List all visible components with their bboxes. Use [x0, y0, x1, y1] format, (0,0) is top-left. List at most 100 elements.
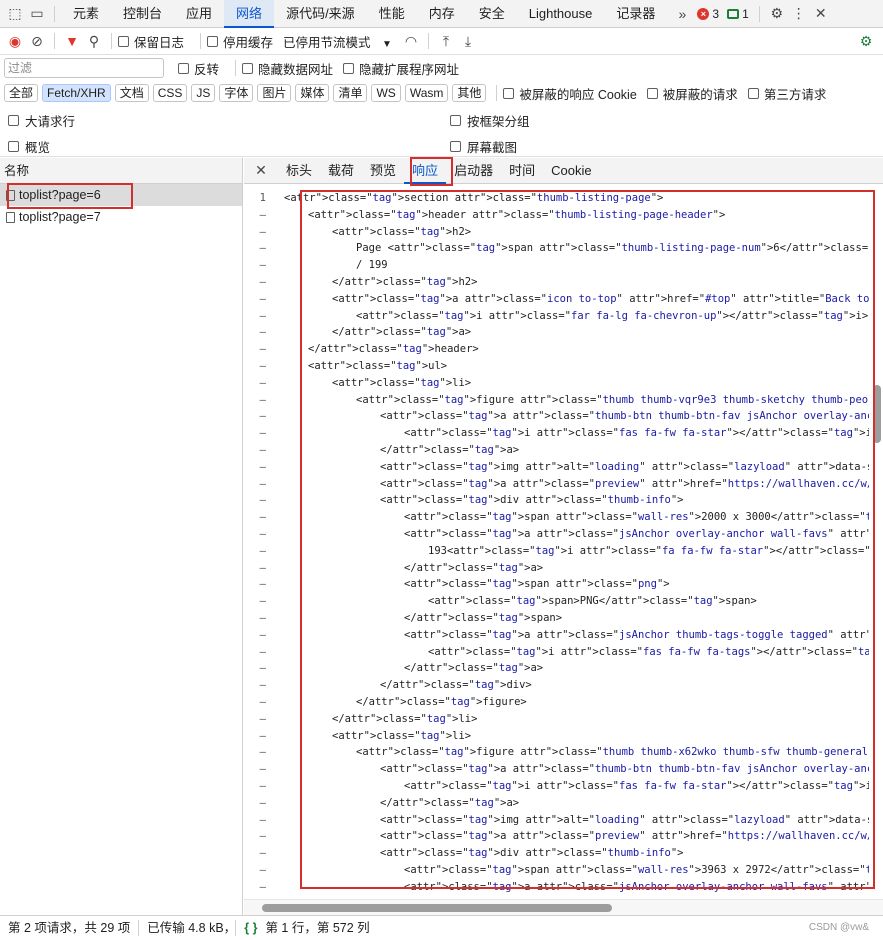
checkbox-box	[646, 87, 658, 99]
code-line: – </attr">class="tag">a>	[244, 795, 869, 812]
tab-6[interactable]: 内存	[417, 0, 467, 28]
type-chip-11[interactable]: 其他	[452, 84, 487, 102]
code-line: – <attr">class="tag">img attr">alt="loadi…	[244, 812, 869, 829]
big-request-rows-checkbox[interactable]: 大请求行	[8, 111, 75, 130]
divider	[111, 33, 112, 49]
close-icon[interactable]: ✕	[810, 3, 832, 25]
error-badge[interactable]: × 3	[697, 7, 719, 21]
type-chip-0[interactable]: 全部	[4, 84, 39, 102]
hide-data-urls-label: 隐藏数据网址	[258, 62, 334, 77]
settings-icon[interactable]: ⚙	[766, 3, 788, 25]
inspect-element-icon[interactable]: ⬚	[4, 3, 26, 25]
line-number: –	[259, 208, 266, 221]
line-number: –	[259, 544, 266, 557]
type-chip-2[interactable]: 文档	[114, 84, 149, 102]
checkbox-box	[242, 62, 254, 74]
overview-checkbox[interactable]: 概览	[8, 137, 50, 156]
detail-tab-3[interactable]: 响应	[404, 158, 447, 184]
blocked-cookies-checkbox[interactable]: 被屏蔽的响应 Cookie	[503, 84, 637, 103]
throttle-select[interactable]: 已停用节流模式 ▼	[283, 32, 392, 51]
type-chip-1[interactable]: Fetch/XHR	[42, 84, 111, 102]
invert-checkbox[interactable]: 反转	[178, 59, 219, 78]
divider	[54, 5, 55, 22]
code-line: – <attr">class="tag">i attr">class="fas f…	[244, 425, 869, 442]
message-badge[interactable]: 1	[727, 7, 749, 21]
transferred-size: 已传输 4.8 kB，共	[147, 920, 236, 935]
pretty-print-icon[interactable]: { }	[236, 916, 265, 940]
tab-4[interactable]: 源代码/来源	[274, 0, 367, 28]
network-settings-icon[interactable]: ⚙	[855, 30, 877, 52]
tab-9[interactable]: 记录器	[604, 0, 667, 28]
search-icon[interactable]: ⚲	[83, 30, 105, 52]
device-toolbar-icon[interactable]: ▭	[26, 3, 48, 25]
type-chip-9[interactable]: WS	[371, 84, 401, 102]
request-row[interactable]: toplist?page=7	[0, 206, 242, 228]
code-line: – <attr">class="tag">i attr">class="far f…	[244, 308, 869, 325]
detail-tab-0[interactable]: 标头	[278, 158, 320, 184]
message-count: 1	[742, 6, 749, 21]
type-chip-3[interactable]: CSS	[152, 84, 188, 102]
tab-0[interactable]: 元素	[61, 0, 111, 28]
network-conditions-icon[interactable]: ◠	[400, 30, 422, 52]
tab-5[interactable]: 性能	[367, 0, 417, 28]
request-row[interactable]: toplist?page=6	[0, 184, 242, 206]
type-chip-6[interactable]: 图片	[257, 84, 292, 102]
line-number: –	[259, 376, 266, 389]
type-chip-7[interactable]: 媒体	[295, 84, 330, 102]
line-number: –	[259, 880, 266, 893]
type-chip-8[interactable]: 清单	[333, 84, 368, 102]
vertical-scrollbar[interactable]	[873, 385, 881, 443]
code-text: <attr">class="tag">img attr">alt="loadin…	[380, 813, 869, 826]
response-source-view[interactable]: 1 <attr">class="tag">section attr">class=…	[244, 185, 883, 899]
code-text: <attr">class="tag">a attr">class="previe…	[380, 477, 869, 490]
import-har-icon[interactable]: ⤒	[435, 30, 457, 52]
tab-1[interactable]: 控制台	[111, 0, 174, 28]
clear-icon[interactable]: ⊘	[26, 30, 48, 52]
horizontal-scrollbar[interactable]	[244, 899, 883, 915]
code-text: </attr">class="tag">div>	[380, 679, 532, 692]
code-text: 193<attr">class="tag">i attr">class="fa …	[428, 544, 869, 557]
blocked-requests-checkbox[interactable]: 被屏蔽的请求	[646, 84, 738, 103]
detail-tab-1[interactable]: 载荷	[320, 158, 362, 184]
code-line: – <attr">class="tag">header attr">class="…	[244, 207, 869, 224]
detail-tab-4[interactable]: 启动器	[446, 158, 501, 184]
code-text: <attr">class="tag">div attr">class="thum…	[380, 494, 684, 507]
line-number: –	[259, 830, 266, 843]
code-line: – <attr">class="tag">a attr">class="icon …	[244, 291, 869, 308]
filter-icon[interactable]: ▼	[61, 30, 83, 52]
line-number: –	[259, 645, 266, 658]
kebab-menu-icon[interactable]: ⋮	[788, 3, 810, 25]
line-number: –	[259, 259, 266, 272]
tab-3[interactable]: 网络	[224, 0, 275, 28]
record-stop-icon[interactable]: ◉	[4, 30, 26, 52]
filter-input[interactable]: 过滤	[4, 58, 164, 78]
screenshots-checkbox[interactable]: 屏幕截图	[450, 137, 517, 156]
more-tabs-icon[interactable]: »	[671, 3, 693, 25]
line-number: –	[259, 561, 266, 574]
group-by-frame-checkbox[interactable]: 按框架分组	[450, 111, 530, 130]
resource-type-filters: 全部 Fetch/XHR 文档 CSS JS 字体 图片 媒体 清单 WS Wasm 其他 被屏蔽的响…	[0, 81, 883, 105]
name-column-header[interactable]: 名称	[0, 158, 242, 184]
request-name: toplist?page=7	[19, 210, 101, 224]
horizontal-scrollbar-thumb[interactable]	[262, 904, 612, 912]
detail-tab-6[interactable]: Cookie	[543, 158, 599, 184]
third-party-checkbox[interactable]: 第三方请求	[747, 84, 826, 103]
code-line: – <attr">class="tag">span attr">class="pn…	[244, 576, 869, 593]
hide-extension-urls-checkbox[interactable]: 隐藏扩展程序网址	[343, 59, 459, 78]
hide-data-urls-checkbox[interactable]: 隐藏数据网址	[242, 59, 333, 78]
detail-tab-2[interactable]: 预览	[362, 158, 404, 184]
type-chip-5[interactable]: 字体	[219, 84, 254, 102]
tab-7[interactable]: 安全	[467, 0, 517, 28]
disable-cache-checkbox[interactable]: 停用缓存	[207, 32, 273, 51]
line-number: –	[259, 427, 266, 440]
preserve-log-checkbox[interactable]: 保留日志	[118, 32, 184, 51]
checkbox-box	[747, 87, 759, 99]
close-detail-icon[interactable]: ✕	[250, 160, 272, 182]
tab-8[interactable]: Lighthouse	[517, 0, 605, 28]
tab-2[interactable]: 应用	[174, 0, 224, 28]
export-har-icon[interactable]: ⤓	[457, 30, 479, 52]
line-number: –	[259, 460, 266, 473]
type-chip-10[interactable]: Wasm	[404, 84, 449, 102]
type-chip-4[interactable]: JS	[191, 84, 216, 102]
detail-tab-5[interactable]: 时间	[501, 158, 543, 184]
